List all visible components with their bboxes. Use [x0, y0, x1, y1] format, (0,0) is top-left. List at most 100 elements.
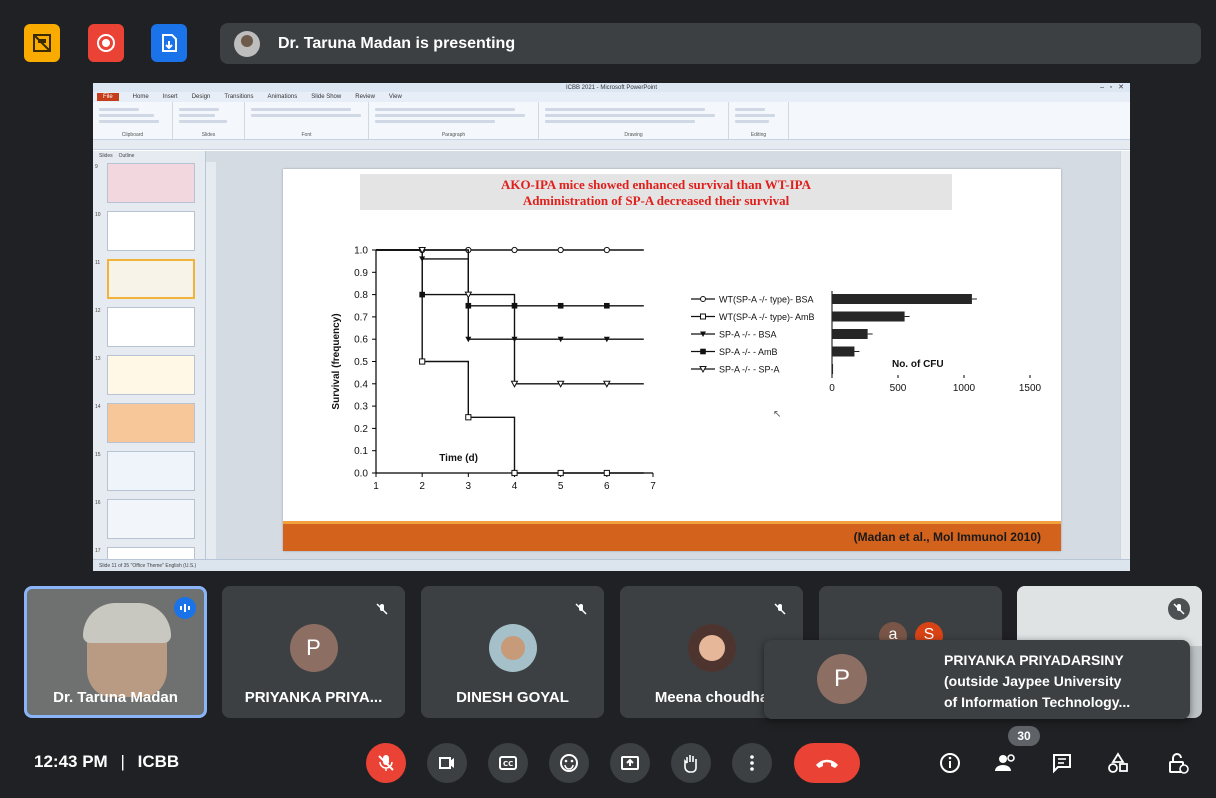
bar-x-tick-label: 500	[890, 383, 907, 394]
reactions-button[interactable]	[549, 743, 589, 783]
meeting-details[interactable]: 12:43 PM | ICBB	[34, 752, 179, 772]
chat-button[interactable]	[1046, 747, 1078, 779]
thumb-number: 16	[95, 500, 101, 506]
ppt-window-title: ICBB 2021 - Microsoft PowerPoint	[565, 84, 658, 91]
survival-marker	[419, 358, 426, 365]
save-icon	[162, 34, 177, 52]
host-controls-icon	[1169, 753, 1189, 774]
host-controls-button[interactable]	[1162, 747, 1194, 779]
ribbon-group-slides[interactable]: Slides	[173, 102, 245, 139]
y-tick-label: 0.5	[354, 357, 368, 368]
slide-thumbnail[interactable]	[107, 451, 195, 491]
present-icon	[621, 756, 639, 770]
thumb-number: 13	[95, 356, 101, 362]
y-axis-label: Survival (frequency)	[331, 313, 342, 409]
slide-thumbnail[interactable]	[107, 499, 195, 539]
ppt-ribbon: Clipboard Slides Font Paragraph Drawing …	[93, 102, 1130, 140]
tab-slideshow[interactable]: Slide Show	[311, 94, 341, 100]
tab-review[interactable]: Review	[355, 94, 375, 100]
thumb-number: 9	[95, 164, 98, 170]
record-icon	[97, 34, 115, 52]
slide-thumbnail[interactable]	[107, 211, 195, 251]
ribbon-group-drawing[interactable]: Drawing	[539, 102, 729, 139]
people-button[interactable]	[990, 747, 1022, 779]
cfu-bar	[832, 294, 972, 304]
y-tick-label: 0.0	[354, 469, 368, 480]
survival-marker	[465, 414, 472, 421]
cfu-bar	[832, 311, 905, 322]
slide-thumbnail[interactable]	[107, 355, 195, 395]
panel-tab-outline[interactable]: Outline	[119, 153, 135, 159]
x-tick-label: 1	[373, 481, 379, 492]
more-options-button[interactable]	[732, 743, 772, 783]
highlight-off-button[interactable]	[24, 24, 60, 62]
activities-button[interactable]	[1102, 747, 1134, 779]
record-button[interactable]	[88, 24, 124, 62]
participant-tile-taruna[interactable]: Dr. Taruna Madan	[24, 586, 207, 718]
tab-file[interactable]: File	[97, 93, 119, 101]
bar-x-tick-label: 1500	[1019, 383, 1042, 394]
tab-insert[interactable]: Insert	[163, 94, 178, 100]
muted-indicator	[570, 598, 592, 620]
meeting-info-button[interactable]	[934, 747, 966, 779]
horizontal-ruler	[93, 140, 1130, 150]
y-tick-label: 0.3	[354, 402, 368, 413]
tab-animations[interactable]: Animations	[268, 94, 298, 100]
participant-name: DINESH GOYAL	[456, 689, 569, 706]
slide-thumbnail[interactable]	[107, 403, 195, 443]
tab-design[interactable]: Design	[192, 94, 211, 100]
citation: (Madan et al., Mol Immunol 2010)	[853, 530, 1041, 544]
ribbon-group-clipboard[interactable]: Clipboard	[93, 102, 173, 139]
cfu-bar	[832, 364, 834, 374]
presenter-avatar	[234, 30, 260, 57]
leave-call-button[interactable]	[794, 743, 860, 783]
slide-thumbnail-panel: Slides Outline 9 10 11 12 13 14 15 16 17	[93, 151, 206, 571]
bar-x-tick-label: 0	[829, 383, 835, 394]
slide-thumbnail[interactable]	[107, 163, 195, 203]
tab-transitions[interactable]: Transitions	[224, 94, 253, 100]
survival-marker	[465, 302, 472, 309]
avatar: P	[289, 624, 338, 672]
participant-tile-priyanka[interactable]: P PRIYANKA PRIYA...	[222, 586, 405, 718]
legend-label: WT(SP-A -/- type)- AmB	[719, 312, 815, 322]
popup-avatar: P	[817, 654, 867, 704]
participant-tile-dinesh[interactable]: DINESH GOYAL	[421, 586, 604, 718]
participant-name: Dr. Taruna Madan	[53, 689, 178, 706]
popup-line2: (outside Jaypee University	[944, 673, 1122, 689]
x-tick-label: 2	[419, 481, 425, 492]
survival-marker	[557, 302, 564, 309]
legend-label: WT(SP-A -/- type)- BSA	[719, 295, 814, 305]
survival-marker	[511, 246, 518, 254]
status-text: Slide 11 of 35 "Office Theme" English (U…	[99, 562, 197, 569]
save-button[interactable]	[151, 24, 187, 62]
tab-view[interactable]: View	[389, 94, 402, 100]
captions-button[interactable]: CC	[488, 743, 528, 783]
legend-label: SP-A -/- - AmB	[719, 347, 778, 357]
camera-toggle-button[interactable]	[427, 743, 467, 783]
mic-toggle-button[interactable]	[366, 743, 406, 783]
ribbon-group-font[interactable]: Font	[245, 102, 369, 139]
presenter-hair	[83, 603, 171, 643]
svg-text:CC: CC	[503, 760, 513, 768]
chat-icon	[1053, 754, 1071, 774]
survival-and-cfu-charts: 0.0 0.1 0.2 0.3 0.4 0.5 0.6 0.7 0.8 0.9 1.0 1 2 3 4 5 6 7…	[331, 246, 1042, 493]
ppt-statusbar: Slide 11 of 35 "Office Theme" English (U…	[93, 559, 1130, 571]
participant-name: PRIYANKA PRIYA...	[244, 689, 383, 706]
ribbon-group-editing[interactable]: Editing	[729, 102, 789, 139]
ribbon-group-paragraph[interactable]: Paragraph	[369, 102, 539, 139]
ppt-titlebar: ICBB 2021 - Microsoft PowerPoint – ▫ ✕	[93, 83, 1130, 92]
panel-tab-slides[interactable]: Slides	[99, 153, 113, 159]
survival-marker	[603, 469, 610, 477]
slide-thumbnail[interactable]	[107, 307, 195, 347]
raise-hand-button[interactable]	[671, 743, 711, 783]
window-controls[interactable]: – ▫ ✕	[1100, 83, 1124, 91]
camera-icon	[439, 757, 454, 769]
mic-off-icon	[376, 603, 388, 615]
ppt-vertical-scrollbar[interactable]	[1120, 151, 1130, 559]
present-button[interactable]	[610, 743, 650, 783]
tab-home[interactable]: Home	[133, 94, 149, 100]
slide-thumbnail[interactable]	[107, 259, 195, 299]
meeting-controls-bar: 12:43 PM | ICBB CC 30	[0, 726, 1216, 798]
y-tick-label: 1.0	[354, 246, 368, 257]
speaking-indicator	[174, 597, 196, 619]
